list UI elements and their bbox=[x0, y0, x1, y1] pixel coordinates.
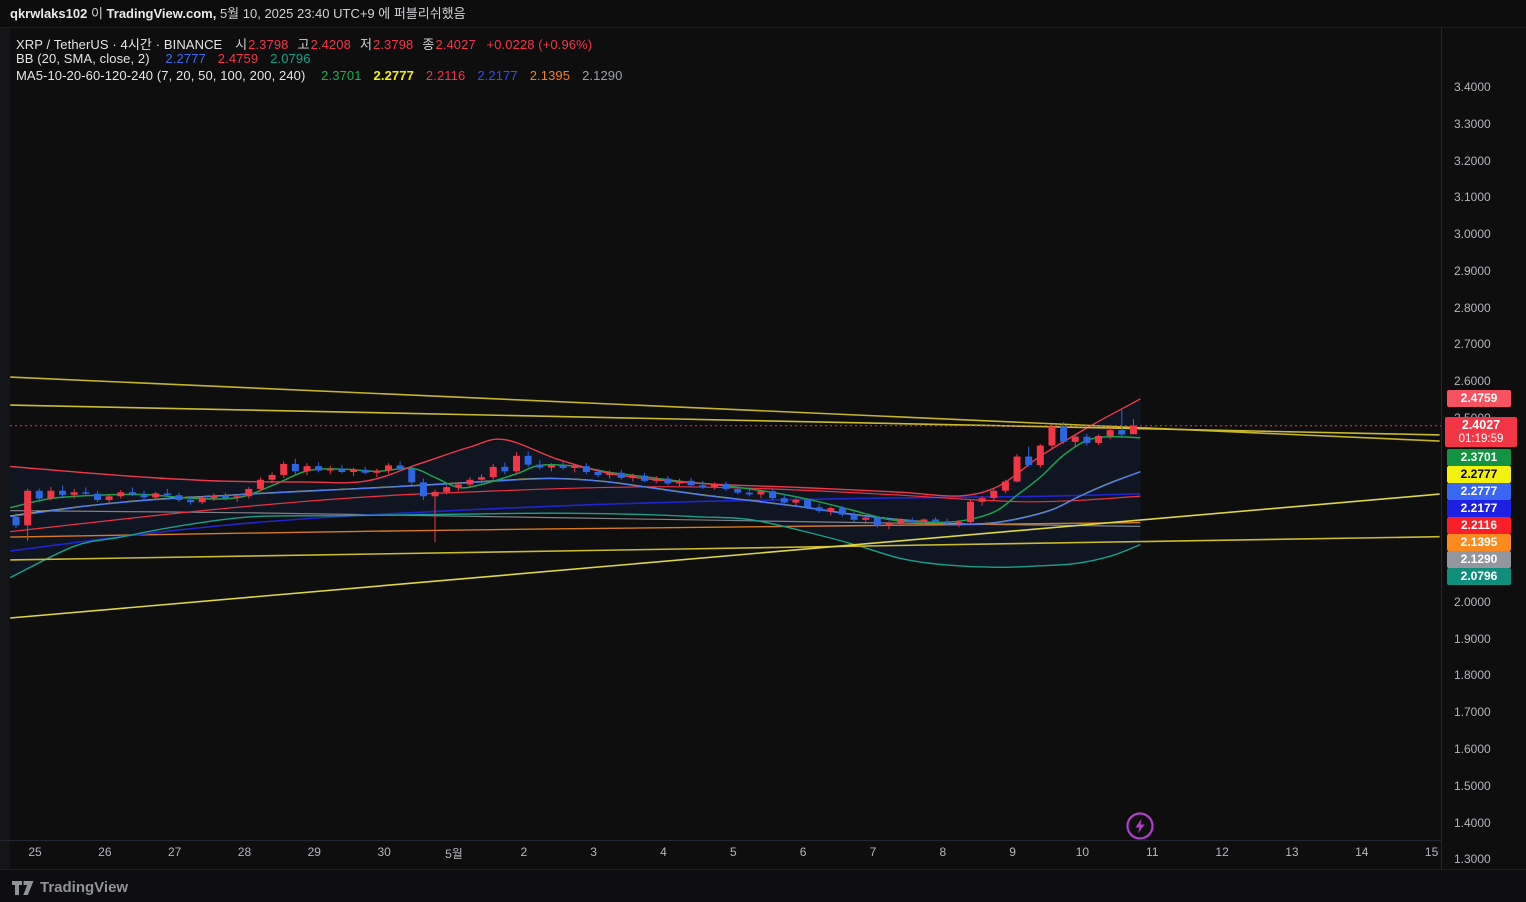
time-axis-border bbox=[0, 840, 1441, 841]
ohlc-value: 2.4027 bbox=[435, 37, 476, 52]
last-price-tag: 2.4027 01:19:59 bbox=[1445, 416, 1517, 447]
x-axis-tick: 27 bbox=[167, 845, 182, 859]
y-axis-tick: 1.7000 bbox=[1454, 705, 1491, 720]
y-axis-tick: 2.7000 bbox=[1454, 337, 1491, 352]
legend-bb-row[interactable]: BB (20, SMA, close, 2) 2.2777 2.4759 2.079… bbox=[16, 51, 311, 66]
x-axis-tick: 11 bbox=[1146, 845, 1159, 859]
indicator-price-tag: 2.1290 bbox=[1447, 550, 1511, 568]
ohlc-label: 저 bbox=[359, 37, 372, 52]
y-axis-tick: 1.8000 bbox=[1454, 668, 1491, 683]
x-axis-tick: 28 bbox=[237, 845, 252, 859]
ma-values: 2.3701 2.2777 2.2116 2.2177 2.1395 2.1290 bbox=[309, 68, 622, 83]
indicator-price-tag: 2.2777 bbox=[1447, 482, 1511, 500]
legend-value: 2.2777 bbox=[165, 51, 206, 66]
bar-countdown: 01:19:59 bbox=[1458, 432, 1504, 445]
tradingview-published-chart: qkrwlaks102 이 TradingView.com, 5월 10, 20… bbox=[0, 0, 1526, 902]
x-axis-tick: 3 bbox=[590, 845, 597, 859]
ohlc-label: 종 bbox=[422, 37, 435, 52]
ohlc-label: 고 bbox=[297, 37, 310, 52]
ohlc-value: 2.3798 bbox=[248, 37, 289, 52]
x-axis-tick: 30 bbox=[377, 845, 391, 859]
y-axis-tick: 3.2000 bbox=[1454, 153, 1491, 168]
indicator-price-tag: 2.0796 bbox=[1447, 567, 1511, 585]
symbol-title[interactable]: XRP / TetherUS · 4시간 · BINANCE bbox=[16, 37, 222, 52]
legend-value: 2.0796 bbox=[270, 51, 311, 66]
y-axis-tick: 1.5000 bbox=[1454, 778, 1491, 793]
y-axis-tick: 2.9000 bbox=[1454, 263, 1491, 278]
indicator-price-tag: 2.2177 bbox=[1447, 499, 1511, 517]
tradingview-logo-text: TradingView bbox=[40, 879, 129, 896]
indicator-price-tag: 2.3701 bbox=[1447, 448, 1511, 466]
x-axis-tick: 7 bbox=[869, 845, 877, 859]
publish-text-mid: 이 bbox=[87, 6, 107, 21]
legend-value: 2.1395 bbox=[529, 68, 571, 83]
indicator-price-tag: 2.2116 bbox=[1447, 516, 1511, 534]
legend-ma-row[interactable]: MA5-10-20-60-120-240 (7, 20, 50, 100, 20… bbox=[16, 68, 622, 83]
ohlc-value: 2.4208 bbox=[310, 37, 351, 52]
ohlc-value: 2.3798 bbox=[373, 37, 414, 52]
bb-values: 2.2777 2.4759 2.0796 bbox=[153, 51, 310, 66]
x-axis-tick: 4 bbox=[660, 845, 667, 859]
change-value: +0.0228 (+0.96%) bbox=[486, 37, 593, 52]
x-axis-tick: 13 bbox=[1285, 845, 1299, 859]
legend-value: 2.2177 bbox=[477, 68, 518, 83]
indicator-price-tag: 2.1395 bbox=[1447, 533, 1511, 551]
x-axis-tick: 2 bbox=[520, 845, 528, 859]
y-axis-tick: 3.0000 bbox=[1454, 227, 1491, 242]
y-axis-tick: 1.6000 bbox=[1454, 742, 1491, 756]
publisher-username: qkrwlaks102 bbox=[10, 6, 88, 21]
y-axis-tick: 2.6000 bbox=[1454, 374, 1491, 389]
legend-value: 2.2116 bbox=[425, 68, 466, 83]
x-axis-tick: 10 bbox=[1075, 845, 1090, 859]
x-axis-tick: 25 bbox=[28, 845, 42, 859]
indicator-price-tag: 2.2777 bbox=[1447, 465, 1511, 483]
left-gutter bbox=[0, 28, 10, 869]
y-axis-tick: 2.0000 bbox=[1454, 594, 1491, 609]
x-axis-tick: 9 bbox=[1009, 845, 1016, 859]
x-axis-tick: 5월 bbox=[445, 847, 463, 861]
legend-value: 2.2777 bbox=[373, 68, 414, 83]
y-axis-tick: 3.1000 bbox=[1454, 190, 1491, 205]
x-axis-tick: 29 bbox=[307, 845, 321, 859]
legend-value: 2.1290 bbox=[582, 68, 623, 83]
legend-value: 2.4759 bbox=[217, 51, 259, 66]
x-axis-tick: 15 bbox=[1424, 845, 1439, 859]
y-axis-tick: 3.4000 bbox=[1454, 80, 1491, 94]
tradingview-logo-icon bbox=[12, 880, 34, 895]
ohlc-values: 시2.3798 고2.4208 저2.3798 종2.4027 bbox=[226, 37, 476, 52]
x-axis-tick: 5 bbox=[729, 845, 737, 859]
y-axis-tick: 1.9000 bbox=[1454, 631, 1491, 646]
bb-upper-price-tag: 2.4759 bbox=[1447, 390, 1511, 408]
y-axis-tick: 2.8000 bbox=[1454, 300, 1491, 315]
boost-lightning-icon[interactable] bbox=[1122, 808, 1158, 844]
publish-date: 5월 10, 2025 23:40 UTC+9 에 퍼블리쉬했음 bbox=[216, 6, 466, 21]
ma-indicator-title[interactable]: MA5-10-20-60-120-240 (7, 20, 50, 100, 20… bbox=[16, 68, 305, 83]
ohlc-label: 시 bbox=[235, 37, 248, 52]
publish-info-bar: qkrwlaks102 이 TradingView.com, 5월 10, 20… bbox=[0, 0, 1526, 28]
legend-value: 2.3701 bbox=[321, 68, 362, 83]
tradingview-logo[interactable]: TradingView bbox=[12, 879, 128, 896]
x-axis-tick: 26 bbox=[98, 845, 112, 859]
price-axis[interactable]: 3.4000 3.3000 3.2000 3.1000 3.0000 2.9000 2.80… bbox=[1441, 28, 1526, 869]
y-axis-tick: 1.3000 bbox=[1454, 852, 1491, 867]
footer-bar: TradingView bbox=[0, 869, 1526, 902]
y-axis-tick: 3.3000 bbox=[1454, 116, 1491, 131]
bb-indicator-title[interactable]: BB (20, SMA, close, 2) bbox=[16, 51, 150, 66]
x-axis-tick: 6 bbox=[799, 845, 807, 859]
price-chart-canvas[interactable] bbox=[0, 0, 1526, 902]
x-axis-tick: 8 bbox=[939, 845, 947, 859]
x-axis-tick: 14 bbox=[1355, 845, 1369, 859]
y-axis-tick: 1.4000 bbox=[1454, 815, 1491, 830]
x-axis-tick: 12 bbox=[1215, 845, 1229, 859]
publish-site: TradingView.com, bbox=[106, 6, 217, 21]
